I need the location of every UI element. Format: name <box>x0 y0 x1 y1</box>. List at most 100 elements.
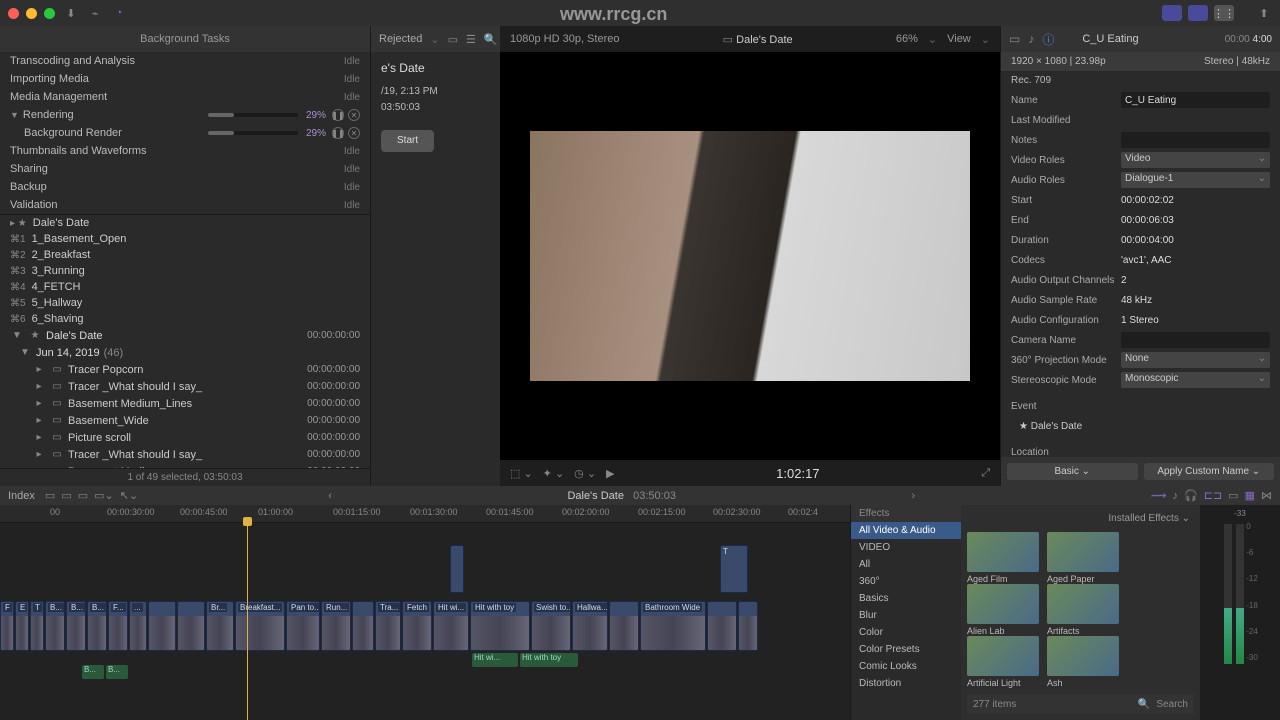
viewer-view-menu[interactable]: View <box>947 33 971 45</box>
audio-skim-icon[interactable]: ♪ <box>1173 490 1179 502</box>
timeline-index-button[interactable]: Index <box>8 490 35 502</box>
connected-audio-clip[interactable]: B... <box>106 665 128 679</box>
timeline-clip[interactable] <box>177 601 205 651</box>
timeline-clip[interactable]: F <box>0 601 14 651</box>
start-column-header[interactable]: Start <box>381 130 434 152</box>
effects-category[interactable]: All <box>851 556 961 573</box>
effects-categories[interactable]: Effects All Video & AudioVIDEOAll360°Bas… <box>851 505 961 720</box>
effect-item[interactable]: Aged Film <box>967 532 1039 584</box>
inspector-video-tab-icon[interactable]: ▭ <box>1009 32 1020 46</box>
timeline-ruler[interactable]: 0000:00:30:0000:00:45:0001:00:0000:01:15… <box>0 505 850 523</box>
timeline-area[interactable]: 0000:00:30:0000:00:45:0001:00:0000:01:15… <box>0 505 850 720</box>
inspector-audio-tab-icon[interactable]: ♪ <box>1028 32 1034 46</box>
layout-button-2[interactable] <box>1188 5 1208 21</box>
prop-input[interactable] <box>1121 332 1270 348</box>
keyword-row[interactable]: ⌘11_Basement_Open <box>0 231 370 247</box>
timeline-history-fwd-icon[interactable]: › <box>912 490 916 502</box>
timeline-clip[interactable]: Br... <box>206 601 234 651</box>
effect-item[interactable]: Alien Lab <box>967 584 1039 636</box>
timeline-clip[interactable]: Pan to... <box>286 601 320 651</box>
select-tool-icon[interactable]: ↖⌄ <box>120 489 138 502</box>
viewer-canvas[interactable] <box>500 52 1000 460</box>
inspector-info-tab-icon[interactable]: ⓘ <box>1042 31 1054 48</box>
keyword-row[interactable]: ⌘66_Shaving <box>0 311 370 327</box>
event-row[interactable]: ▸ ★ Dale's Date <box>0 215 370 231</box>
timeline-clip[interactable]: Hit with toy <box>470 601 530 651</box>
pause-icon[interactable]: ❚❚ <box>332 109 344 121</box>
connected-audio-clip[interactable]: Hit with toy <box>520 653 578 667</box>
timeline-clip[interactable]: Bathroom Wide <box>640 601 706 651</box>
blade-tool-icon[interactable]: ▭⌄ <box>94 489 114 502</box>
tasks-icon[interactable]: ◔ <box>111 5 127 21</box>
effects-browser-icon[interactable]: ▦ <box>1245 489 1255 502</box>
fullscreen-window-button[interactable] <box>44 8 55 19</box>
minimize-window-button[interactable] <box>26 8 37 19</box>
prop-select[interactable]: Video ⌄ <box>1121 152 1270 168</box>
timeline-clip[interactable]: Hallwa... <box>572 601 608 651</box>
browser-clip-row[interactable]: ▸▭Tracer _What should I say_00:00:00:00 <box>0 446 370 463</box>
import-icon[interactable]: ⬇ <box>63 5 79 21</box>
fullscreen-icon[interactable]: ⤢ <box>981 467 990 480</box>
timeline-clip[interactable]: Swish to... <box>531 601 571 651</box>
color-tool-icon[interactable]: ✦ ⌄ <box>543 467 565 480</box>
solo-icon[interactable]: 🎧 <box>1184 489 1198 502</box>
browser-clip-row[interactable]: ▸▭Picture scroll00:00:00:00 <box>0 429 370 446</box>
viewer-timecode[interactable]: 1:02:17 <box>625 466 972 481</box>
timeline-clip[interactable]: B... <box>66 601 86 651</box>
timeline-clip[interactable]: ... <box>129 601 147 651</box>
viewer-zoom[interactable]: 66% <box>896 33 918 45</box>
timeline-clip[interactable]: Run... <box>321 601 351 651</box>
effects-category[interactable]: Basics <box>851 590 961 607</box>
filter-rejected[interactable]: Rejected <box>379 33 422 45</box>
cancel-icon[interactable]: ✕ <box>348 109 360 121</box>
timeline-clip[interactable]: Breakfast... <box>235 601 285 651</box>
pause-icon[interactable]: ❚❚ <box>332 127 344 139</box>
list-view-icon[interactable]: ☰ <box>466 33 476 46</box>
disclosure-triangle-icon[interactable]: ▼ <box>10 330 24 341</box>
skimming-icon[interactable]: ⟿ <box>1151 489 1167 502</box>
timeline-clip[interactable]: Tra... <box>375 601 401 651</box>
keyword-row[interactable]: ⌘55_Hallway <box>0 295 370 311</box>
timeline-history-back-icon[interactable]: ‹ <box>328 490 332 502</box>
timeline-clip[interactable]: T <box>30 601 44 651</box>
clip-view-icon[interactable]: ▭ <box>448 33 458 46</box>
snap-icon[interactable]: ⊏⊐ <box>1204 489 1222 502</box>
primary-storyline[interactable]: FETB...B...B...F......Br...Breakfast...P… <box>0 601 850 653</box>
effects-category[interactable]: Comic Looks <box>851 658 961 675</box>
layout-button-1[interactable] <box>1162 5 1182 21</box>
prop-select[interactable]: Monoscopic ⌄ <box>1121 372 1270 388</box>
timeline-tracks[interactable]: T FETB...B...B...F......Br...Breakfast..… <box>0 523 850 720</box>
play-icon[interactable]: ▸ <box>32 398 46 409</box>
installed-effects-filter[interactable]: Installed Effects ⌄ <box>1108 513 1190 524</box>
disclosure-triangle-icon[interactable]: ▼ <box>18 347 32 358</box>
timeline-clip[interactable]: E <box>15 601 29 651</box>
keyword-row[interactable]: ⌘22_Breakfast <box>0 247 370 263</box>
prop-input[interactable] <box>1121 132 1270 148</box>
timeline-clip[interactable]: B... <box>45 601 65 651</box>
browser-date-group[interactable]: ▼ Jun 14, 2019 (46) <box>0 344 370 361</box>
cancel-icon[interactable]: ✕ <box>348 127 360 139</box>
metadata-view-select[interactable]: Basic ⌄ <box>1007 463 1138 480</box>
browser-clip-row[interactable]: ▸▭Tracer Popcorn00:00:00:00 <box>0 361 370 378</box>
effects-category[interactable]: 360° <box>851 573 961 590</box>
timeline-clip[interactable] <box>609 601 639 651</box>
keyword-row[interactable]: ⌘33_Running <box>0 263 370 279</box>
retime-tool-icon[interactable]: ◷ ⌄ <box>574 467 596 480</box>
prop-select[interactable]: None ⌄ <box>1121 352 1270 368</box>
connected-clip[interactable] <box>450 545 464 593</box>
timeline-clip[interactable] <box>707 601 737 651</box>
effects-category[interactable]: All Video & Audio <box>851 522 961 539</box>
connected-clip[interactable]: T <box>720 545 748 593</box>
apply-custom-name-button[interactable]: Apply Custom Name ⌄ <box>1144 463 1275 480</box>
timeline-clip[interactable]: F... <box>108 601 128 651</box>
browser-clip-row[interactable]: ▸▭Basement_Wide00:00:00:00 <box>0 412 370 429</box>
layout-button-3[interactable]: ⋮⋮ <box>1214 5 1234 21</box>
timeline-clip[interactable] <box>738 601 758 651</box>
effects-category[interactable]: Blur <box>851 607 961 624</box>
timeline-clip[interactable]: B... <box>87 601 107 651</box>
browser-event-row[interactable]: ▼ ★ Dale's Date 00:00:00:00 <box>0 327 370 344</box>
transitions-browser-icon[interactable]: ⋈ <box>1261 489 1272 502</box>
keyword-row[interactable]: ⌘44_FETCH <box>0 279 370 295</box>
effect-item[interactable]: Artifacts <box>1047 584 1119 636</box>
play-icon[interactable]: ▸ <box>32 364 46 375</box>
